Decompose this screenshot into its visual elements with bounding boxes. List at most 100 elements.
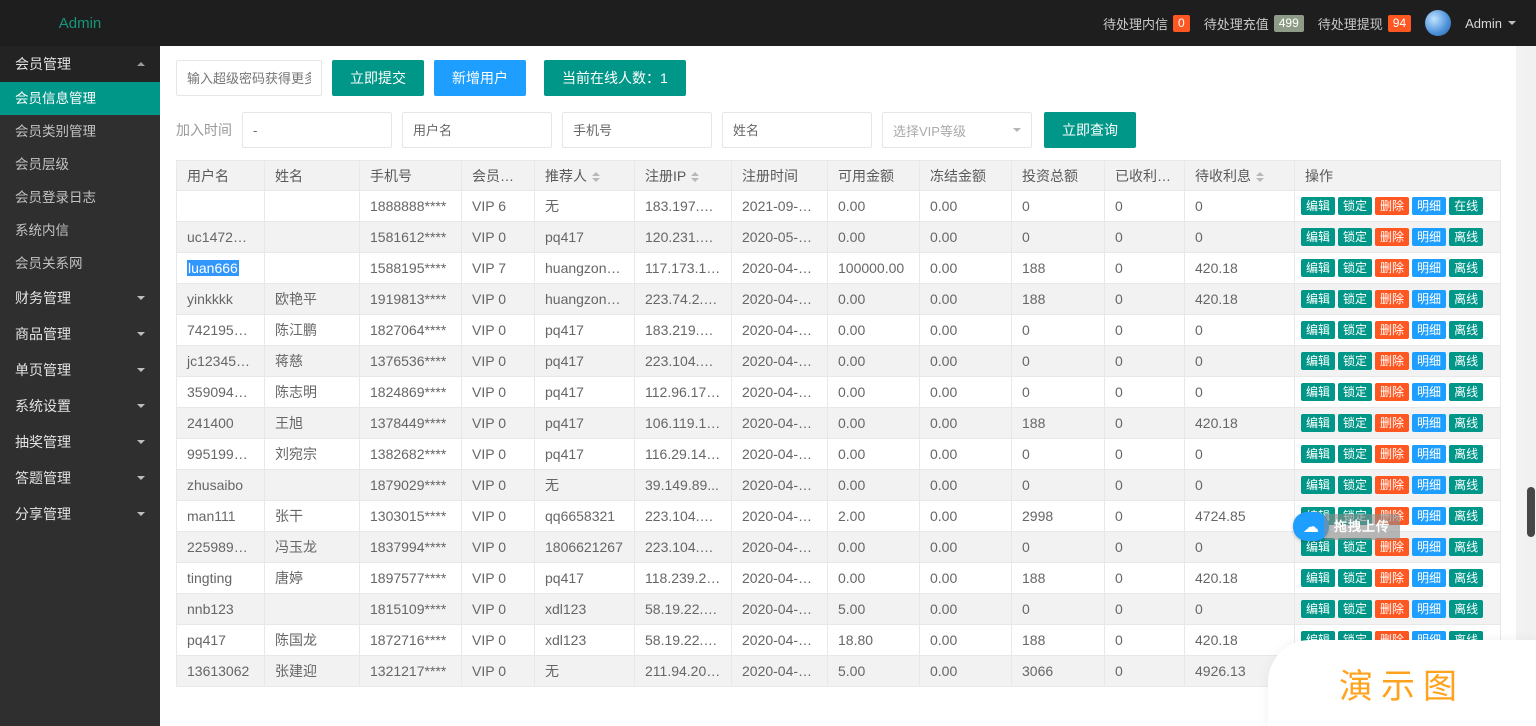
add-user-button[interactable]: 新增用户	[434, 60, 526, 96]
sidebar-item-会员管理[interactable]: 会员管理	[0, 46, 160, 82]
join-time-input[interactable]	[242, 112, 392, 148]
lock-button[interactable]: 锁定	[1338, 383, 1373, 401]
column-header[interactable]: 待收利息	[1184, 160, 1295, 191]
edit-button[interactable]: 编辑	[1301, 352, 1336, 370]
detail-button[interactable]: 明细	[1412, 476, 1447, 494]
user-menu[interactable]: Admin	[1465, 16, 1516, 31]
offline-button[interactable]: 离线	[1449, 476, 1484, 494]
realname-input[interactable]	[722, 112, 872, 148]
offline-button[interactable]: 离线	[1449, 600, 1484, 618]
column-header[interactable]: 推荐人	[534, 160, 635, 191]
detail-button[interactable]: 明细	[1412, 352, 1447, 370]
edit-button[interactable]: 编辑	[1301, 197, 1336, 215]
submit-button[interactable]: 立即提交	[332, 60, 424, 96]
detail-button[interactable]: 明细	[1412, 197, 1447, 215]
sort-asc-icon[interactable]	[691, 171, 700, 176]
edit-button[interactable]: 编辑	[1301, 414, 1336, 432]
sort-icon[interactable]	[1256, 171, 1264, 182]
edit-button[interactable]: 编辑	[1301, 476, 1336, 494]
sidebar-subitem-会员层级[interactable]: 会员层级	[0, 148, 160, 181]
del-button[interactable]: 删除	[1375, 228, 1410, 246]
edit-button[interactable]: 编辑	[1301, 321, 1336, 339]
detail-button[interactable]: 明细	[1412, 321, 1447, 339]
del-button[interactable]: 删除	[1375, 352, 1410, 370]
sort-desc-icon[interactable]	[1256, 177, 1264, 182]
sidebar-item-系统设置[interactable]: 系统设置	[0, 388, 160, 424]
sidebar-item-单页管理[interactable]: 单页管理	[0, 352, 160, 388]
del-button[interactable]: 删除	[1375, 197, 1410, 215]
offline-button[interactable]: 离线	[1449, 569, 1484, 587]
edit-button[interactable]: 编辑	[1301, 259, 1336, 277]
offline-button[interactable]: 离线	[1449, 228, 1484, 246]
sidebar-subitem-会员关系网[interactable]: 会员关系网	[0, 247, 160, 280]
online-count-button[interactable]: 当前在线人数：1	[544, 60, 686, 96]
offline-button[interactable]: 离线	[1449, 290, 1484, 308]
column-header[interactable]: 注册IP	[634, 160, 732, 191]
sidebar-item-商品管理[interactable]: 商品管理	[0, 316, 160, 352]
phone-input[interactable]	[562, 112, 712, 148]
del-button[interactable]: 删除	[1375, 259, 1410, 277]
topbar-stat[interactable]: 待处理内信 0	[1103, 14, 1190, 33]
del-button[interactable]: 删除	[1375, 476, 1410, 494]
del-button[interactable]: 删除	[1375, 321, 1410, 339]
lock-button[interactable]: 锁定	[1338, 569, 1373, 587]
lock-button[interactable]: 锁定	[1338, 476, 1373, 494]
detail-button[interactable]: 明细	[1412, 538, 1447, 556]
offline-button[interactable]: 离线	[1449, 414, 1484, 432]
sort-icon[interactable]	[592, 171, 600, 182]
lock-button[interactable]: 锁定	[1338, 259, 1373, 277]
edit-button[interactable]: 编辑	[1301, 383, 1336, 401]
del-button[interactable]: 删除	[1375, 569, 1410, 587]
del-button[interactable]: 删除	[1375, 600, 1410, 618]
sort-icon[interactable]	[1176, 171, 1184, 182]
detail-button[interactable]: 明细	[1412, 445, 1447, 463]
drag-upload-widget[interactable]: ☁ 拖拽上传	[1293, 512, 1401, 541]
detail-button[interactable]: 明细	[1412, 259, 1447, 277]
detail-button[interactable]: 明细	[1412, 383, 1447, 401]
lock-button[interactable]: 锁定	[1338, 197, 1373, 215]
edit-button[interactable]: 编辑	[1301, 228, 1336, 246]
sort-desc-icon[interactable]	[691, 177, 700, 182]
lock-button[interactable]: 锁定	[1338, 321, 1373, 339]
scrollbar-thumb[interactable]	[1527, 487, 1535, 537]
lock-button[interactable]: 锁定	[1338, 290, 1373, 308]
offline-button[interactable]: 离线	[1449, 538, 1484, 556]
username-input[interactable]	[402, 112, 552, 148]
search-button[interactable]: 立即查询	[1044, 112, 1136, 148]
sort-desc-icon[interactable]	[592, 177, 600, 182]
offline-button[interactable]: 离线	[1449, 259, 1484, 277]
sidebar-subitem-系统内信[interactable]: 系统内信	[0, 214, 160, 247]
online-button[interactable]: 在线	[1449, 197, 1484, 215]
sort-desc-icon[interactable]	[1176, 177, 1184, 182]
del-button[interactable]: 删除	[1375, 383, 1410, 401]
sidebar-item-抽奖管理[interactable]: 抽奖管理	[0, 424, 160, 460]
vip-level-select[interactable]: 选择VIP等级	[882, 112, 1032, 148]
lock-button[interactable]: 锁定	[1338, 600, 1373, 618]
sidebar-subitem-会员信息管理[interactable]: 会员信息管理	[0, 82, 160, 115]
detail-button[interactable]: 明细	[1412, 290, 1447, 308]
lock-button[interactable]: 锁定	[1338, 352, 1373, 370]
detail-button[interactable]: 明细	[1412, 600, 1447, 618]
detail-button[interactable]: 明细	[1412, 414, 1447, 432]
edit-button[interactable]: 编辑	[1301, 600, 1336, 618]
lock-button[interactable]: 锁定	[1338, 414, 1373, 432]
del-button[interactable]: 删除	[1375, 290, 1410, 308]
sidebar-item-答题管理[interactable]: 答题管理	[0, 460, 160, 496]
edit-button[interactable]: 编辑	[1301, 445, 1336, 463]
sidebar-item-分享管理[interactable]: 分享管理	[0, 496, 160, 532]
offline-button[interactable]: 离线	[1449, 507, 1484, 525]
sort-asc-icon[interactable]	[1256, 171, 1264, 176]
super-password-input[interactable]	[176, 60, 322, 96]
detail-button[interactable]: 明细	[1412, 507, 1447, 525]
sidebar-subitem-会员类别管理[interactable]: 会员类别管理	[0, 115, 160, 148]
del-button[interactable]: 删除	[1375, 414, 1410, 432]
detail-button[interactable]: 明细	[1412, 228, 1447, 246]
column-header[interactable]: 会员等级	[461, 160, 535, 191]
del-button[interactable]: 删除	[1375, 445, 1410, 463]
sidebar-item-财务管理[interactable]: 财务管理	[0, 280, 160, 316]
edit-button[interactable]: 编辑	[1301, 569, 1336, 587]
sort-asc-icon[interactable]	[592, 171, 600, 176]
lock-button[interactable]: 锁定	[1338, 228, 1373, 246]
sort-icon[interactable]	[691, 171, 700, 182]
user-avatar[interactable]	[1425, 10, 1452, 36]
